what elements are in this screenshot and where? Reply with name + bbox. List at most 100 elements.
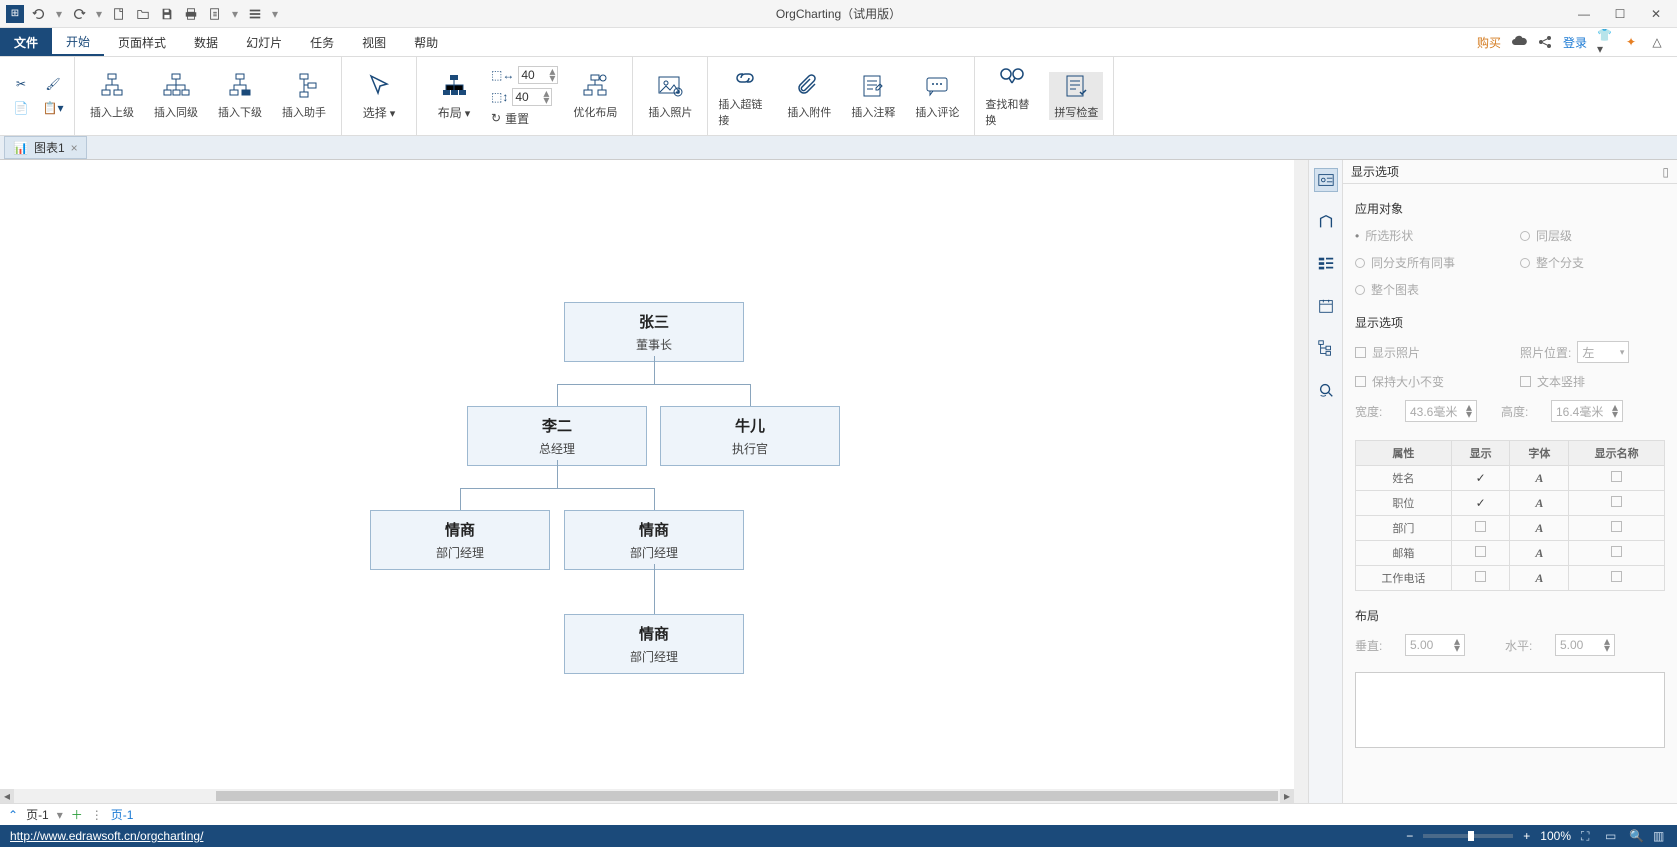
page-tab[interactable]: 页-1 — [111, 806, 134, 823]
table-row[interactable]: 职位✓A — [1356, 491, 1665, 516]
fit-width-icon[interactable]: ▭ — [1605, 829, 1619, 843]
add-page-icon[interactable]: ＋ — [71, 806, 83, 823]
table-row[interactable]: 姓名✓A — [1356, 466, 1665, 491]
cloud-icon[interactable] — [1511, 34, 1527, 50]
undo-icon[interactable] — [30, 5, 48, 23]
insert-hyperlink-button[interactable]: 插入超链接 — [718, 64, 772, 128]
buy-link[interactable]: 购买 — [1477, 34, 1501, 51]
share-icon[interactable] — [1537, 34, 1553, 50]
show-cell[interactable] — [1451, 541, 1510, 566]
showname-cell[interactable] — [1569, 466, 1665, 491]
check-keep-size[interactable]: 保持大小不变 — [1355, 373, 1500, 390]
dock-fields-icon[interactable] — [1314, 252, 1338, 276]
showname-cell[interactable] — [1569, 566, 1665, 591]
insert-attachment-button[interactable]: 插入附件 — [782, 72, 836, 120]
format-painter-icon[interactable]: 🖌 — [42, 75, 64, 93]
open-file-icon[interactable] — [134, 5, 152, 23]
panel-pin-icon[interactable]: ▯ — [1662, 165, 1669, 179]
menu-file[interactable]: 文件 — [0, 28, 52, 56]
qat-dropdown2-icon[interactable]: ▾ — [94, 5, 104, 23]
close-window-button[interactable]: ✕ — [1647, 5, 1665, 23]
page-up-icon[interactable]: ⌃ — [8, 808, 18, 822]
optimize-layout-button[interactable]: 优化布局 — [568, 72, 622, 120]
status-url[interactable]: http://www.edrawsoft.cn/orgcharting/ — [10, 829, 203, 843]
menu-tasks[interactable]: 任务 — [296, 28, 348, 56]
save-icon[interactable] — [158, 5, 176, 23]
canvas[interactable]: 张三 董事长 李二 总经理 牛儿 执行官 情商 部门经理 情商 部门经理 情商 … — [0, 160, 1308, 803]
user-dropdown-icon[interactable]: 👕▾ — [1597, 34, 1613, 50]
dock-calendar-icon[interactable] — [1314, 294, 1338, 318]
radio-whole-branch[interactable]: 整个分支 — [1520, 254, 1665, 271]
tab-close-icon[interactable]: × — [71, 141, 78, 155]
export-icon[interactable] — [206, 5, 224, 23]
insert-comment-button[interactable]: 插入评论 — [910, 72, 964, 120]
document-tab[interactable]: 📊 图表1 × — [4, 136, 87, 159]
login-link[interactable]: 登录 — [1563, 34, 1587, 51]
show-cell[interactable]: ✓ — [1451, 466, 1510, 491]
qat-dropdown-icon[interactable]: ▾ — [54, 5, 64, 23]
table-row[interactable]: 工作电话A — [1356, 566, 1665, 591]
menu-start[interactable]: 开始 — [52, 28, 104, 56]
check-show-photo[interactable]: 显示照片 — [1355, 341, 1500, 363]
new-file-icon[interactable] — [110, 5, 128, 23]
dock-shape-icon[interactable] — [1314, 210, 1338, 234]
paste-icon[interactable]: 📋▾ — [42, 99, 64, 117]
menu-page-style[interactable]: 页面样式 — [104, 28, 180, 56]
redo-icon[interactable] — [70, 5, 88, 23]
zoom-out-icon[interactable]: − — [1406, 829, 1413, 843]
ruler-icon[interactable]: ▥ — [1653, 829, 1667, 843]
insert-subordinate-button[interactable]: 插入下级 — [213, 72, 267, 120]
zoom-slider[interactable] — [1423, 834, 1513, 838]
insert-peer-button[interactable]: 插入同级 — [149, 72, 203, 120]
insert-note-button[interactable]: 插入注释 — [846, 72, 900, 120]
qat-dropdown3-icon[interactable]: ▾ — [230, 5, 240, 23]
org-node[interactable]: 情商 部门经理 — [370, 510, 550, 570]
insert-superior-button[interactable]: 插入上级 — [85, 72, 139, 120]
table-row[interactable]: 部门A — [1356, 516, 1665, 541]
scroll-left-icon[interactable]: ◂ — [0, 789, 14, 803]
horiz-input[interactable]: 5.00▴▾ — [1555, 634, 1615, 656]
radio-same-level[interactable]: 同层级 — [1520, 227, 1665, 244]
radio-same-branch[interactable]: 同分支所有同事 — [1355, 254, 1500, 271]
table-row[interactable]: 邮箱A — [1356, 541, 1665, 566]
dock-search-icon[interactable] — [1314, 378, 1338, 402]
org-node[interactable]: 情商 部门经理 — [564, 510, 744, 570]
vert-input[interactable]: 5.00▴▾ — [1405, 634, 1465, 656]
vspacing-input[interactable]: 40▴▾ — [512, 88, 552, 106]
menu-help[interactable]: 帮助 — [400, 28, 452, 56]
insert-assistant-button[interactable]: 插入助手 — [277, 72, 331, 120]
page-menu-icon[interactable]: ⋮ — [91, 808, 103, 822]
print-icon[interactable] — [182, 5, 200, 23]
check-vertical-text[interactable]: 文本竖排 — [1520, 373, 1665, 390]
find-replace-button[interactable]: 查找和替换 — [985, 64, 1039, 128]
menu-view[interactable]: 视图 — [348, 28, 400, 56]
height-input[interactable]: 16.4毫米▴▾ — [1551, 400, 1623, 422]
layout-button[interactable]: 布局 ▾ — [427, 72, 481, 121]
font-cell[interactable]: A — [1510, 491, 1569, 516]
insert-photo-button[interactable]: 插入照片 — [643, 72, 697, 120]
apps-icon[interactable]: ✦ — [1623, 34, 1639, 50]
spell-check-button[interactable]: 拼写检查 — [1049, 72, 1103, 120]
scroll-thumb[interactable] — [216, 791, 1278, 801]
showname-cell[interactable] — [1569, 516, 1665, 541]
reset-button[interactable]: ↻ 重置 — [491, 110, 558, 127]
show-cell[interactable] — [1451, 566, 1510, 591]
showname-cell[interactable] — [1569, 491, 1665, 516]
zoom-tool-icon[interactable]: 🔍 — [1629, 829, 1643, 843]
cut-icon[interactable]: ✂ — [10, 75, 32, 93]
width-input[interactable]: 43.6毫米▴▾ — [1405, 400, 1477, 422]
org-node[interactable]: 情商 部门经理 — [564, 614, 744, 674]
horizontal-scrollbar[interactable]: ◂ ▸ — [0, 789, 1294, 803]
menu-slides[interactable]: 幻灯片 — [232, 28, 296, 56]
org-node[interactable]: 牛儿 执行官 — [660, 406, 840, 466]
zoom-in-icon[interactable]: + — [1523, 829, 1530, 843]
hspacing-input[interactable]: 40▴▾ — [518, 66, 558, 84]
collapse-ribbon-icon[interactable]: △ — [1649, 34, 1665, 50]
font-cell[interactable]: A — [1510, 516, 1569, 541]
font-cell[interactable]: A — [1510, 466, 1569, 491]
font-cell[interactable]: A — [1510, 541, 1569, 566]
scroll-right-icon[interactable]: ▸ — [1280, 789, 1294, 803]
maximize-button[interactable]: ☐ — [1611, 5, 1629, 23]
org-node-root[interactable]: 张三 董事长 — [564, 302, 744, 362]
page-dropdown-icon[interactable]: ▾ — [57, 808, 63, 822]
